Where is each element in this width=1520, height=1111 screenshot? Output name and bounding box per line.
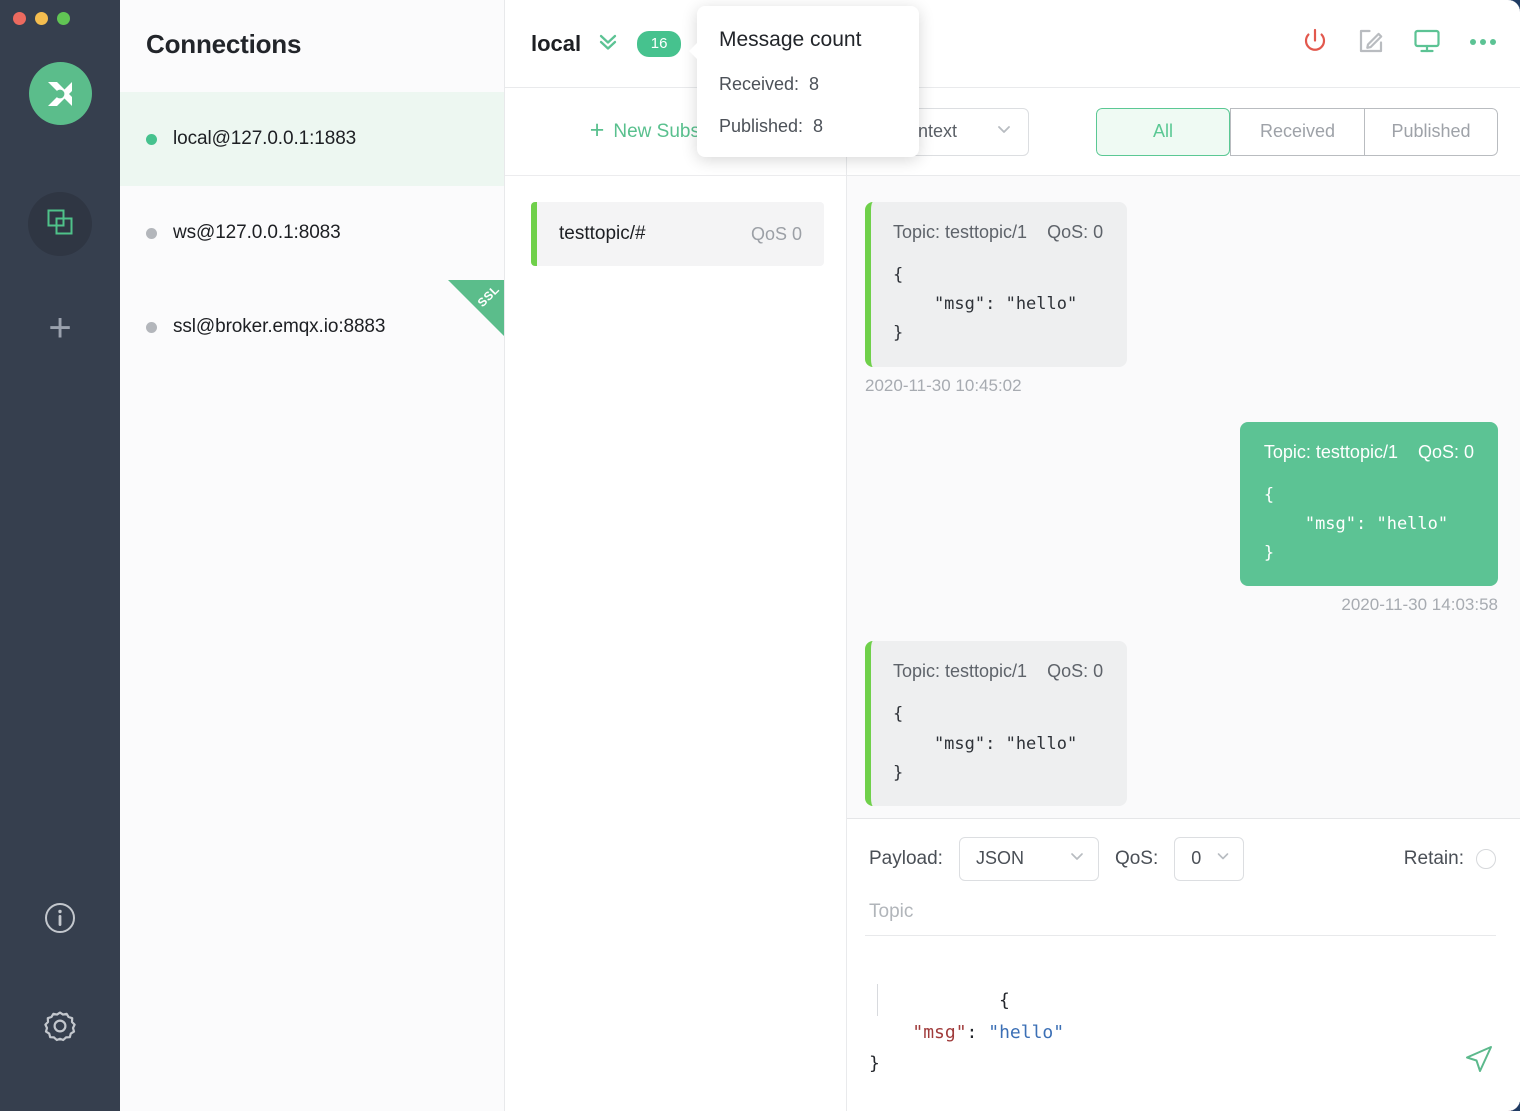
subscription-item[interactable]: testtopic/# QoS 0 [531, 202, 824, 266]
message-header: Topic: testtopic/1 QoS: 0 [893, 661, 1104, 682]
plus-icon: + [48, 305, 72, 350]
status-dot-offline [146, 227, 157, 239]
retain-label: Retain: [1403, 847, 1464, 869]
message-timestamp: 2020-11-30 10:45:02 [865, 375, 1022, 395]
publish-payload-editor[interactable]: { "msg": "hello" } [865, 954, 1496, 1111]
power-icon[interactable] [1300, 26, 1330, 61]
message-bubble-published[interactable]: Topic: testtopic/1 QoS: 0 { "msg": "hell… [1239, 421, 1498, 587]
connection-name: ws@127.0.0.1:8083 [173, 222, 341, 243]
tab-published[interactable]: Published [1364, 107, 1498, 156]
editor-line-open: { [999, 990, 1010, 1011]
messages-toolbar: Plaintext All Received Published [847, 88, 1520, 176]
subscription-qos: QoS 0 [750, 223, 802, 244]
publish-qos-select[interactable]: 0 [1174, 836, 1245, 881]
subscriptions-list: testtopic/# QoS 0 [505, 176, 846, 266]
message-row: Topic: testtopic/1 QoS: 0 { "msg": "hell… [865, 202, 1498, 396]
window-close-button[interactable] [13, 12, 26, 25]
tooltip-published-line: Published: 8 [719, 116, 824, 136]
publish-panel: Payload: JSON QoS: 0 Retain: Topic {"ms… [847, 817, 1520, 1111]
content-split: + New Subscription testtopic/# QoS 0 Pla… [505, 88, 1520, 1111]
message-row: Topic: testtopic/1 QoS: 0 { "msg": "hell… [865, 641, 1498, 818]
message-bubble-received[interactable]: Topic: testtopic/1 QoS: 0 { "msg": "hell… [865, 202, 1128, 367]
status-dot-online [146, 133, 157, 145]
chevron-double-down-icon [595, 28, 621, 59]
connections-icon [45, 207, 75, 242]
connection-name: local@127.0.0.1:1883 [173, 128, 357, 149]
chevron-down-icon [1201, 848, 1231, 869]
window-traffic-lights [13, 12, 70, 25]
message-payload: { "msg": "hello" } [1263, 484, 1449, 564]
messages-list[interactable]: Topic: testtopic/1 QoS: 0 { "msg": "hell… [847, 176, 1520, 818]
editor-json-value: "hello" [988, 1021, 1065, 1043]
connection-name: ssl@broker.emqx.io:8883 [173, 316, 386, 337]
sidebar-item-settings[interactable] [42, 1008, 78, 1049]
send-message-button[interactable] [1462, 1042, 1496, 1081]
indent-guide [877, 983, 878, 1016]
send-paper-plane-icon [1462, 1046, 1496, 1080]
qos-label: QoS: [1114, 847, 1159, 869]
editor-json-key: "msg" [912, 1021, 967, 1043]
tab-all[interactable]: All [1096, 107, 1230, 156]
publish-qos-value: 0 [1191, 848, 1202, 868]
plus-icon: + [589, 115, 605, 144]
connection-title: local [531, 30, 582, 56]
sidebar-item-connections[interactable] [28, 192, 92, 256]
tooltip-title: Message count [719, 28, 862, 51]
message-bubble-received[interactable]: Topic: testtopic/1 QoS: 0 { "msg": "hell… [865, 641, 1128, 807]
collapse-toggle-button[interactable] [595, 28, 621, 59]
chevron-down-icon [1054, 847, 1086, 870]
publish-payload-value: JSON [975, 848, 1024, 868]
edit-pencil-icon[interactable] [1356, 26, 1386, 61]
settings-gear-icon [42, 1011, 78, 1048]
retain-checkbox-icon [1476, 848, 1496, 869]
message-row: Topic: testtopic/1 QoS: 0 { "msg": "hell… [865, 421, 1498, 616]
publish-topic-input[interactable]: Topic [865, 901, 1496, 936]
chevron-down-icon [994, 119, 1014, 144]
window-maximize-button[interactable] [57, 12, 70, 25]
main-area: local 16 + New Subscription testtopic/# … [505, 0, 1520, 1111]
sidebar-bottom-group [42, 901, 78, 1111]
editor-json-colon: : [966, 1021, 989, 1043]
info-icon [43, 903, 77, 939]
connection-item-ws[interactable]: ws@127.0.0.1:8083 [120, 186, 504, 280]
monitor-icon[interactable] [1412, 26, 1442, 61]
connection-item-ssl[interactable]: ssl@broker.emqx.io:8883 SSL [120, 280, 504, 374]
messages-panel: Plaintext All Received Published Topic: … [847, 88, 1520, 1111]
app-window: + Connections local@127.0.0.1:1883 ws@12… [0, 0, 1520, 1111]
connections-list: local@127.0.0.1:1883 ws@127.0.0.1:8083 s… [120, 92, 504, 374]
message-count-badge[interactable]: 16 [637, 30, 682, 57]
message-header: Topic: testtopic/1 QoS: 0 [893, 222, 1104, 242]
message-header: Topic: testtopic/1 QoS: 0 [1263, 441, 1474, 462]
sidebar-item-about[interactable] [43, 901, 77, 940]
publish-options-row: Payload: JSON QoS: 0 Retain: [865, 836, 1496, 881]
status-dot-offline [146, 321, 157, 333]
toolbar-actions [1300, 26, 1498, 61]
more-dots-icon[interactable] [1468, 35, 1498, 53]
editor-line-close: } [869, 1053, 880, 1074]
tooltip-received-line: Received: 8 [719, 74, 820, 94]
connections-panel: Connections local@127.0.0.1:1883 ws@127.… [120, 0, 505, 1111]
message-timestamp: 2020-11-30 14:03:58 [1341, 595, 1498, 615]
publish-payload-select[interactable]: JSON [958, 836, 1099, 881]
window-minimize-button[interactable] [35, 12, 48, 25]
message-count-tooltip: Message count Received: 8 Published: 8 [689, 6, 919, 157]
sidebar-item-new-connection[interactable]: + [28, 298, 92, 362]
connection-toolbar: local 16 [505, 0, 1520, 88]
left-rail: + [0, 0, 120, 1111]
connection-item-local[interactable]: local@127.0.0.1:1883 [120, 92, 504, 186]
tab-received[interactable]: Received [1230, 107, 1364, 156]
message-payload: { "msg": "hello" } [893, 265, 1078, 344]
subscriptions-panel: + New Subscription testtopic/# QoS 0 [505, 88, 847, 1111]
retain-toggle[interactable]: Retain: [1404, 848, 1496, 870]
page-title: Connections [146, 29, 302, 59]
mqttx-logo-icon [28, 62, 92, 125]
message-payload: { "msg": "hello" } [893, 704, 1078, 783]
payload-label: Payload: [869, 847, 943, 869]
subscription-topic: testtopic/# [559, 223, 646, 244]
message-filter-tabs: All Received Published [1096, 107, 1498, 156]
